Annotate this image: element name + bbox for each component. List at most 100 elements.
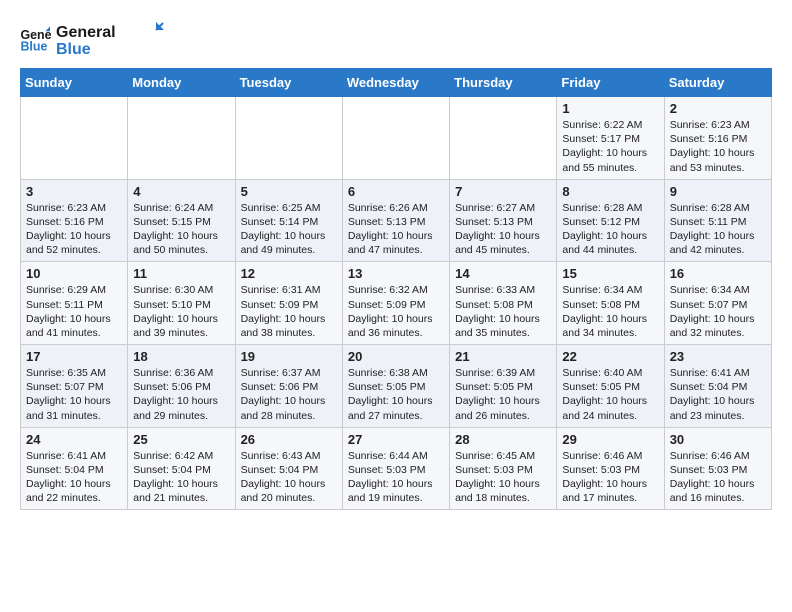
calendar-cell: 12 Sunrise: 6:31 AMSunset: 5:09 PMDayligh… (235, 262, 342, 345)
cell-content: Sunrise: 6:23 AMSunset: 5:16 PMDaylight:… (26, 201, 122, 258)
day-number: 8 (562, 184, 658, 199)
calendar-cell: 2 Sunrise: 6:23 AMSunset: 5:16 PMDaylight… (664, 97, 771, 180)
week-row-0: 1 Sunrise: 6:22 AMSunset: 5:17 PMDaylight… (21, 97, 772, 180)
calendar-cell (235, 97, 342, 180)
week-row-1: 3 Sunrise: 6:23 AMSunset: 5:16 PMDaylight… (21, 179, 772, 262)
day-number: 24 (26, 432, 122, 447)
cell-content: Sunrise: 6:29 AMSunset: 5:11 PMDaylight:… (26, 283, 122, 340)
svg-text:General: General (56, 24, 116, 41)
calendar-cell: 28 Sunrise: 6:45 AMSunset: 5:03 PMDayligh… (450, 427, 557, 510)
week-row-2: 10 Sunrise: 6:29 AMSunset: 5:11 PMDayligh… (21, 262, 772, 345)
day-number: 27 (348, 432, 444, 447)
day-number: 18 (133, 349, 229, 364)
day-number: 13 (348, 266, 444, 281)
calendar-cell: 19 Sunrise: 6:37 AMSunset: 5:06 PMDayligh… (235, 345, 342, 428)
svg-text:Blue: Blue (20, 40, 47, 53)
calendar-cell: 15 Sunrise: 6:34 AMSunset: 5:08 PMDayligh… (557, 262, 664, 345)
calendar-cell: 4 Sunrise: 6:24 AMSunset: 5:15 PMDaylight… (128, 179, 235, 262)
calendar-cell: 9 Sunrise: 6:28 AMSunset: 5:11 PMDaylight… (664, 179, 771, 262)
cell-content: Sunrise: 6:37 AMSunset: 5:06 PMDaylight:… (241, 366, 337, 423)
day-number: 9 (670, 184, 766, 199)
calendar-cell: 27 Sunrise: 6:44 AMSunset: 5:03 PMDayligh… (342, 427, 449, 510)
cell-content: Sunrise: 6:42 AMSunset: 5:04 PMDaylight:… (133, 449, 229, 506)
day-number: 29 (562, 432, 658, 447)
day-number: 28 (455, 432, 551, 447)
week-row-4: 24 Sunrise: 6:41 AMSunset: 5:04 PMDayligh… (21, 427, 772, 510)
day-number: 20 (348, 349, 444, 364)
day-number: 23 (670, 349, 766, 364)
day-number: 21 (455, 349, 551, 364)
cell-content: Sunrise: 6:44 AMSunset: 5:03 PMDaylight:… (348, 449, 444, 506)
calendar-cell: 6Sunrise: 6:26 AMSunset: 5:13 PMDaylight… (342, 179, 449, 262)
calendar-cell (450, 97, 557, 180)
header-sunday: Sunday (21, 69, 128, 97)
cell-content: Sunrise: 6:43 AMSunset: 5:04 PMDaylight:… (241, 449, 337, 506)
calendar-cell: 23 Sunrise: 6:41 AMSunset: 5:04 PMDayligh… (664, 345, 771, 428)
logo-icon: General Blue (20, 25, 52, 53)
cell-content: Sunrise: 6:28 AMSunset: 5:11 PMDaylight:… (670, 201, 766, 258)
day-number: 4 (133, 184, 229, 199)
header-saturday: Saturday (664, 69, 771, 97)
calendar-table: SundayMondayTuesdayWednesdayThursdayFrid… (20, 68, 772, 510)
day-number: 25 (133, 432, 229, 447)
cell-content: Sunrise: 6:46 AMSunset: 5:03 PMDaylight:… (670, 449, 766, 506)
cell-content: Sunrise: 6:32 AMSunset: 5:09 PMDaylight:… (348, 283, 444, 340)
cell-content: Sunrise: 6:45 AMSunset: 5:03 PMDaylight:… (455, 449, 551, 506)
calendar-cell: 30 Sunrise: 6:46 AMSunset: 5:03 PMDayligh… (664, 427, 771, 510)
cell-content: Sunrise: 6:22 AMSunset: 5:17 PMDaylight:… (562, 118, 658, 175)
calendar-cell: 13 Sunrise: 6:32 AMSunset: 5:09 PMDayligh… (342, 262, 449, 345)
header-monday: Monday (128, 69, 235, 97)
cell-content: Sunrise: 6:28 AMSunset: 5:12 PMDaylight:… (562, 201, 658, 258)
cell-content: Sunrise: 6:23 AMSunset: 5:16 PMDaylight:… (670, 118, 766, 175)
calendar-cell: 24 Sunrise: 6:41 AMSunset: 5:04 PMDayligh… (21, 427, 128, 510)
header-friday: Friday (557, 69, 664, 97)
header-tuesday: Tuesday (235, 69, 342, 97)
cell-content: Sunrise: 6:36 AMSunset: 5:06 PMDaylight:… (133, 366, 229, 423)
cell-content: Sunrise: 6:39 AMSunset: 5:05 PMDaylight:… (455, 366, 551, 423)
cell-content: Sunrise: 6:40 AMSunset: 5:05 PMDaylight:… (562, 366, 658, 423)
calendar-cell: 20 Sunrise: 6:38 AMSunset: 5:05 PMDayligh… (342, 345, 449, 428)
day-number: 1 (562, 101, 658, 116)
cell-content: Sunrise: 6:27 AMSunset: 5:13 PMDaylight:… (455, 201, 551, 258)
calendar-cell (21, 97, 128, 180)
cell-content: Sunrise: 6:41 AMSunset: 5:04 PMDaylight:… (26, 449, 122, 506)
calendar-cell: 29 Sunrise: 6:46 AMSunset: 5:03 PMDayligh… (557, 427, 664, 510)
cell-content: Sunrise: 6:30 AMSunset: 5:10 PMDaylight:… (133, 283, 229, 340)
calendar-cell (128, 97, 235, 180)
logo: General Blue General Blue (20, 20, 166, 58)
calendar-cell: 1 Sunrise: 6:22 AMSunset: 5:17 PMDaylight… (557, 97, 664, 180)
cell-content: Sunrise: 6:24 AMSunset: 5:15 PMDaylight:… (133, 201, 229, 258)
day-number: 16 (670, 266, 766, 281)
day-number: 5 (241, 184, 337, 199)
day-number: 19 (241, 349, 337, 364)
calendar-cell: 3 Sunrise: 6:23 AMSunset: 5:16 PMDaylight… (21, 179, 128, 262)
cell-content: Sunrise: 6:34 AMSunset: 5:08 PMDaylight:… (562, 283, 658, 340)
calendar-cell: 11Sunrise: 6:30 AMSunset: 5:10 PMDayligh… (128, 262, 235, 345)
day-number: 2 (670, 101, 766, 116)
cell-content: Sunrise: 6:41 AMSunset: 5:04 PMDaylight:… (670, 366, 766, 423)
header-row: SundayMondayTuesdayWednesdayThursdayFrid… (21, 69, 772, 97)
cell-content: Sunrise: 6:38 AMSunset: 5:05 PMDaylight:… (348, 366, 444, 423)
calendar-cell: 17Sunrise: 6:35 AMSunset: 5:07 PMDayligh… (21, 345, 128, 428)
calendar-cell: 5Sunrise: 6:25 AMSunset: 5:14 PMDaylight… (235, 179, 342, 262)
day-number: 10 (26, 266, 122, 281)
day-number: 30 (670, 432, 766, 447)
cell-content: Sunrise: 6:46 AMSunset: 5:03 PMDaylight:… (562, 449, 658, 506)
calendar-cell: 10 Sunrise: 6:29 AMSunset: 5:11 PMDayligh… (21, 262, 128, 345)
day-number: 12 (241, 266, 337, 281)
day-number: 6 (348, 184, 444, 199)
day-number: 3 (26, 184, 122, 199)
calendar-cell: 26 Sunrise: 6:43 AMSunset: 5:04 PMDayligh… (235, 427, 342, 510)
header-wednesday: Wednesday (342, 69, 449, 97)
cell-content: Sunrise: 6:31 AMSunset: 5:09 PMDaylight:… (241, 283, 337, 340)
day-number: 7 (455, 184, 551, 199)
day-number: 14 (455, 266, 551, 281)
page-header: General Blue General Blue (20, 20, 772, 58)
day-number: 26 (241, 432, 337, 447)
calendar-cell: 16Sunrise: 6:34 AMSunset: 5:07 PMDayligh… (664, 262, 771, 345)
cell-content: Sunrise: 6:35 AMSunset: 5:07 PMDaylight:… (26, 366, 122, 423)
calendar-cell: 14Sunrise: 6:33 AMSunset: 5:08 PMDayligh… (450, 262, 557, 345)
day-number: 15 (562, 266, 658, 281)
calendar-cell: 18 Sunrise: 6:36 AMSunset: 5:06 PMDayligh… (128, 345, 235, 428)
calendar-cell: 25 Sunrise: 6:42 AMSunset: 5:04 PMDayligh… (128, 427, 235, 510)
